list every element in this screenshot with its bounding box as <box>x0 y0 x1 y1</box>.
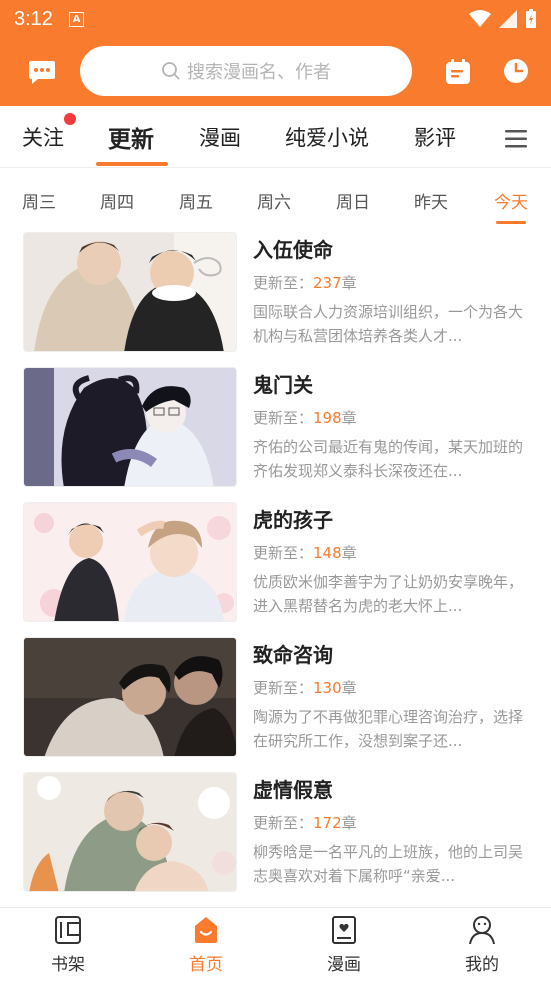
search-input[interactable]: 搜索漫画名、作者 <box>80 46 412 96</box>
list-item[interactable]: 虎的孩子 更新至：148章 优质欧米伽李善宇为了让奶奶安享晚年，进入黑帮替名为虎… <box>0 502 551 622</box>
home-icon <box>195 917 217 943</box>
weekday-tabs: 周三 周四 周五 周六 周日 昨天 今天 <box>0 168 551 228</box>
chapter-count: 172 <box>313 814 342 832</box>
comic-description: 齐佑的公司最近有鬼的传闻，某天加班的齐佑发现郑义泰科长深夜还在... <box>253 438 524 480</box>
chapter-count: 198 <box>313 409 342 427</box>
tab-indicator <box>96 162 168 166</box>
bookshelf-icon <box>55 916 81 944</box>
update-prefix: 更新至： <box>253 544 314 562</box>
battery-icon <box>526 9 536 28</box>
day-friday[interactable]: 周五 <box>179 188 213 213</box>
menu-icon[interactable] <box>505 130 527 148</box>
update-info: 更新至：237章 <box>253 272 357 293</box>
comic-title[interactable]: 致命咨询 <box>253 639 333 668</box>
tab-update[interactable]: 更新 <box>108 120 154 154</box>
chapter-count: 148 <box>313 544 342 562</box>
day-thursday[interactable]: 周四 <box>100 188 134 213</box>
comic-book-icon <box>332 916 356 944</box>
nav-label: 我的 <box>465 955 499 975</box>
comic-description: 国际联合人力资源培训组织，一个为各大机构与私营团体培养各类人才... <box>253 303 524 345</box>
top-bar: 搜索漫画名、作者 <box>0 38 551 106</box>
comic-cover[interactable] <box>23 772 237 892</box>
status-time: 3:12 <box>14 7 53 30</box>
comic-title[interactable]: 入伍使命 <box>253 234 333 263</box>
nav-comics[interactable]: 漫画 <box>304 914 384 975</box>
tab-follow[interactable]: 关注 <box>22 122 64 152</box>
nav-label: 首页 <box>189 955 223 975</box>
comic-cover[interactable] <box>23 502 237 622</box>
list-item[interactable]: 致命咨询 更新至：130章 陶源为了不再做犯罪心理咨询治疗，选择在研究所工作，没… <box>0 637 551 757</box>
chapter-count: 237 <box>313 274 342 292</box>
search-icon <box>162 62 180 80</box>
update-prefix: 更新至： <box>253 679 314 697</box>
status-icons <box>469 9 537 29</box>
day-saturday[interactable]: 周六 <box>257 188 291 213</box>
update-info: 更新至：172章 <box>253 812 357 833</box>
profile-icon <box>469 916 495 945</box>
update-suffix: 章 <box>341 814 357 832</box>
comic-title[interactable]: 虚情假意 <box>253 774 333 803</box>
follow-badge <box>64 113 76 125</box>
comic-cover[interactable] <box>23 367 237 487</box>
update-suffix: 章 <box>341 679 357 697</box>
signal-icon <box>499 10 517 28</box>
update-suffix: 章 <box>341 544 357 562</box>
update-prefix: 更新至： <box>253 274 314 292</box>
comic-description: 柳秀晗是一名平凡的上班族，他的上司吴志奥喜欢对着下属称呼“亲爱... <box>253 843 524 885</box>
nav-profile[interactable]: 我的 <box>442 914 522 975</box>
nav-label: 漫画 <box>327 955 361 975</box>
comic-title[interactable]: 鬼门关 <box>253 369 313 398</box>
comic-cover[interactable] <box>23 232 237 352</box>
comic-description: 优质欧米伽李善宇为了让奶奶安享晚年，进入黑帮替名为虎的老大怀上... <box>253 573 524 615</box>
chapter-count: 130 <box>313 679 342 697</box>
tab-bl-novel[interactable]: 纯爱小说 <box>285 122 369 152</box>
list-item[interactable]: 入伍使命 更新至：237章 国际联合人力资源培训组织，一个为各大机构与私营团体培… <box>0 232 551 352</box>
day-today[interactable]: 今天 <box>494 188 528 213</box>
nav-label: 书架 <box>51 955 85 975</box>
update-info: 更新至：130章 <box>253 677 357 698</box>
list-item[interactable]: 鬼门关 更新至：198章 齐佑的公司最近有鬼的传闻，某天加班的齐佑发现郑义泰科长… <box>0 367 551 487</box>
category-tabs: 关注 更新 漫画 纯爱小说 影评 <box>0 106 551 168</box>
day-sunday[interactable]: 周日 <box>336 188 370 213</box>
message-icon[interactable] <box>28 58 56 86</box>
history-icon[interactable] <box>503 58 529 84</box>
list-item[interactable]: 虚情假意 更新至：172章 柳秀晗是一名平凡的上班族，他的上司吴志奥喜欢对着下属… <box>0 772 551 892</box>
update-suffix: 章 <box>341 274 357 292</box>
search-placeholder: 搜索漫画名、作者 <box>187 62 331 83</box>
update-prefix: 更新至： <box>253 409 314 427</box>
update-prefix: 更新至： <box>253 814 314 832</box>
day-wednesday[interactable]: 周三 <box>22 188 56 213</box>
update-suffix: 章 <box>341 409 357 427</box>
day-yesterday[interactable]: 昨天 <box>414 188 448 213</box>
nav-home[interactable]: 首页 <box>166 914 246 975</box>
nav-bookshelf[interactable]: 书架 <box>28 914 108 975</box>
update-info: 更新至：148章 <box>253 542 357 563</box>
comic-title[interactable]: 虎的孩子 <box>253 504 333 533</box>
bottom-navigation: 书架 首页 漫画 我的 <box>0 907 551 981</box>
wifi-icon <box>469 10 491 27</box>
day-indicator <box>496 221 526 224</box>
status-bar: 3:12 A <box>0 0 551 38</box>
notification-icon: A <box>68 11 84 27</box>
tab-reviews[interactable]: 影评 <box>414 122 456 152</box>
tab-comics[interactable]: 漫画 <box>199 122 241 152</box>
update-info: 更新至：198章 <box>253 407 357 428</box>
comic-description: 陶源为了不再做犯罪心理咨询治疗，选择在研究所工作，没想到案子还... <box>253 708 524 750</box>
calendar-icon[interactable] <box>444 58 472 86</box>
comic-cover[interactable] <box>23 637 237 757</box>
